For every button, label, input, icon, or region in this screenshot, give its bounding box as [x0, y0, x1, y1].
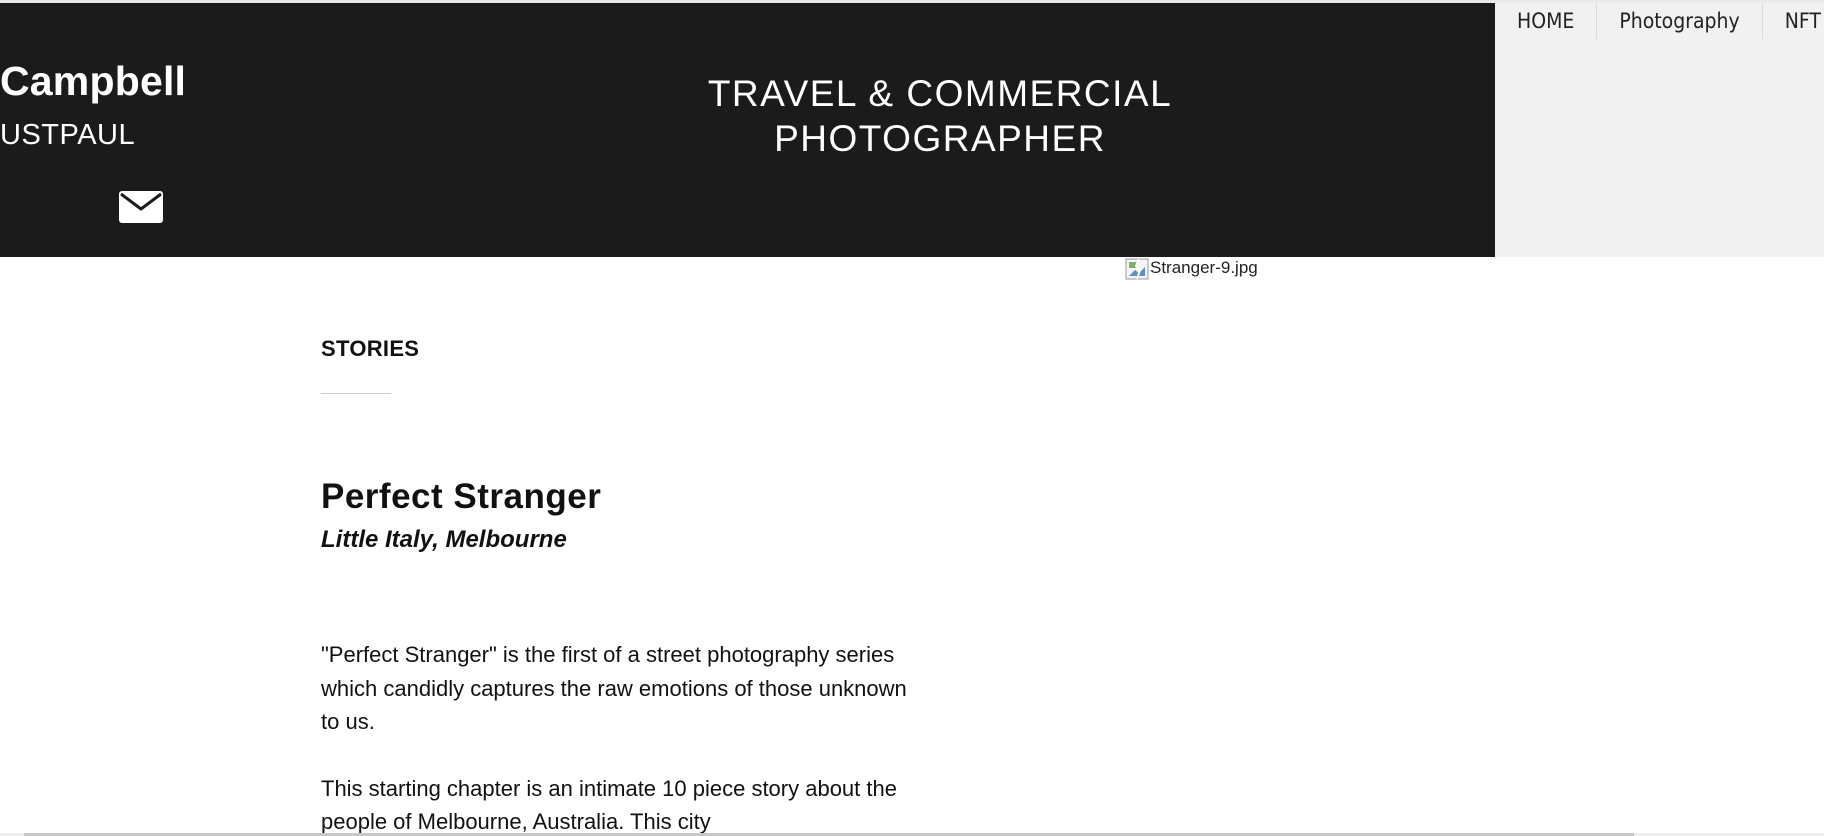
nav-area: HOME Photography NFT	[1495, 3, 1824, 257]
tagline: TRAVEL & COMMERCIAL PHOTOGRAPHER	[640, 71, 1240, 161]
story-subtitle: Little Italy, Melbourne	[321, 526, 567, 553]
nav-item-nft[interactable]: NFT	[1763, 3, 1824, 39]
story-title: Perfect Stranger	[321, 477, 602, 516]
nav-item-photography[interactable]: Photography	[1597, 3, 1763, 39]
tagline-line-2: PHOTOGRAPHER	[774, 118, 1106, 159]
section-label: STORIES	[321, 336, 420, 361]
story-paragraph: This starting chapter is an intimate 10 …	[321, 775, 897, 835]
main-nav: HOME Photography NFT	[1495, 3, 1824, 39]
broken-image-icon	[1125, 258, 1149, 280]
site-header: Campbell USTPAUL TRAVEL & COMMERCIAL PHO…	[0, 3, 1495, 257]
tagline-line-1: TRAVEL & COMMERCIAL	[707, 73, 1173, 114]
brand-handle: USTPAUL	[0, 119, 136, 151]
story-body: "Perfect Stranger" is the first of a str…	[321, 638, 911, 836]
page: Campbell USTPAUL TRAVEL & COMMERCIAL PHO…	[0, 0, 1824, 836]
image-alt-text: Stranger-9.jpg	[1150, 258, 1258, 277]
nav-item-home[interactable]: HOME	[1495, 3, 1598, 39]
story-image: Stranger-9.jpg	[1125, 258, 1258, 280]
mail-icon[interactable]	[119, 191, 163, 223]
story-paragraph: "Perfect Stranger" is the first of a str…	[321, 642, 907, 734]
section-divider	[321, 393, 391, 394]
story-content: STORIES Perfect Stranger Little Italy, M…	[321, 334, 911, 836]
brand-name[interactable]: Campbell	[0, 61, 186, 102]
